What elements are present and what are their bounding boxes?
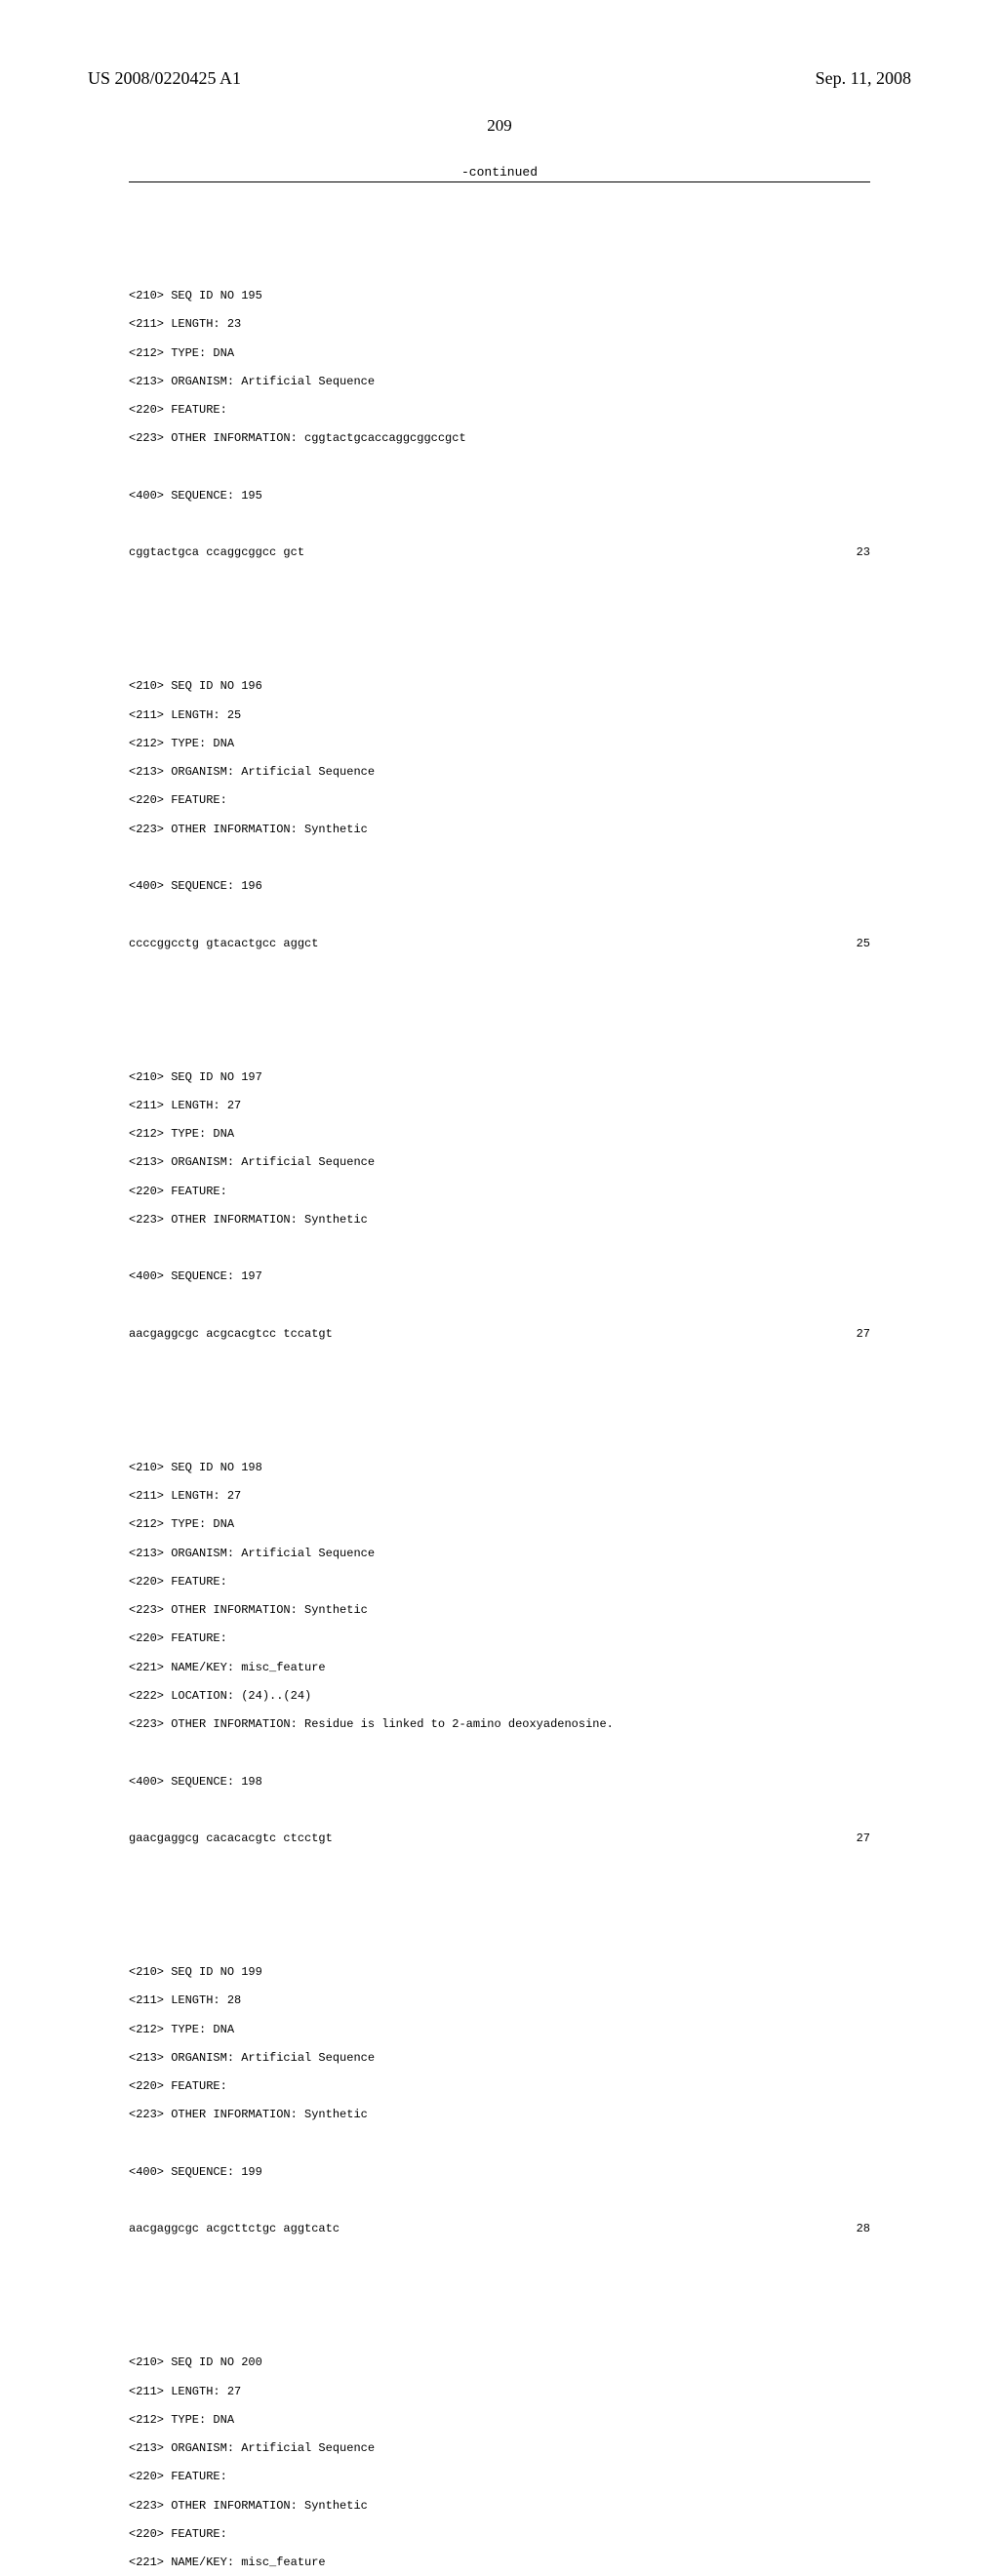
seq-tag: <220> FEATURE:: [129, 2527, 870, 2542]
seq-tag: <212> TYPE: DNA: [129, 346, 870, 361]
sequence-text: gaacgaggcg cacacacgtc ctcctgt: [129, 1831, 333, 1846]
seq-tag: <210> SEQ ID NO 195: [129, 289, 870, 303]
seq-block-197: <210> SEQ ID NO 197 <211> LENGTH: 27 <21…: [129, 1056, 870, 1370]
sequence-line: cggtactgca ccaggcggcc gct 23: [129, 545, 870, 560]
seq-tag: <220> FEATURE:: [129, 1575, 870, 1590]
seq-tag: <211> LENGTH: 25: [129, 708, 870, 723]
seq-tag: <210> SEQ ID NO 197: [129, 1070, 870, 1085]
seq-tag: <212> TYPE: DNA: [129, 2023, 870, 2037]
seq-tag: <210> SEQ ID NO 199: [129, 1965, 870, 1980]
sequence-length: 27: [857, 1327, 870, 1342]
sequence-length: 23: [857, 545, 870, 560]
seq-tag: <220> FEATURE:: [129, 1631, 870, 1646]
sequence-text: aacgaggcgc acgcacgtcc tccatgt: [129, 1327, 333, 1342]
seq-tag: <212> TYPE: DNA: [129, 2413, 870, 2428]
seq-tag: <400> SEQUENCE: 197: [129, 1269, 870, 1284]
sequence-text: aacgaggcgc acgcttctgc aggtcatc: [129, 2222, 340, 2236]
sequence-length: 28: [857, 2222, 870, 2236]
sequence-text: ccccggcctg gtacactgcc aggct: [129, 937, 318, 951]
seq-tag: <223> OTHER INFORMATION: Residue is link…: [129, 1717, 870, 1732]
seq-block-200: <210> SEQ ID NO 200 <211> LENGTH: 27 <21…: [129, 2342, 870, 2576]
seq-tag: <221> NAME/KEY: misc_feature: [129, 1661, 870, 1675]
seq-tag: <223> OTHER INFORMATION: Synthetic: [129, 2108, 870, 2122]
continued-label: -continued: [129, 165, 870, 180]
sequence-length: 27: [857, 1831, 870, 1846]
seq-block-195: <210> SEQ ID NO 195 <211> LENGTH: 23 <21…: [129, 275, 870, 589]
seq-block-199: <210> SEQ ID NO 199 <211> LENGTH: 28 <21…: [129, 1952, 870, 2266]
sequence-line: aacgaggcgc acgcacgtcc tccatgt 27: [129, 1327, 870, 1342]
seq-block-196: <210> SEQ ID NO 196 <211> LENGTH: 25 <21…: [129, 665, 870, 980]
page-container: US 2008/0220425 A1 Sep. 11, 2008 209 -co…: [0, 0, 999, 1288]
seq-tag: <223> OTHER INFORMATION: Synthetic: [129, 823, 870, 837]
seq-tag: <400> SEQUENCE: 198: [129, 1775, 870, 1790]
seq-tag: <223> OTHER INFORMATION: cggtactgcaccagg…: [129, 431, 870, 446]
seq-tag: <220> FEATURE:: [129, 793, 870, 808]
seq-tag: <213> ORGANISM: Artificial Sequence: [129, 2441, 870, 2456]
seq-tag: <211> LENGTH: 27: [129, 1489, 870, 1504]
seq-tag: <212> TYPE: DNA: [129, 1127, 870, 1142]
seq-block-198: <210> SEQ ID NO 198 <211> LENGTH: 27 <21…: [129, 1446, 870, 1874]
sequence-text: cggtactgca ccaggcggcc gct: [129, 545, 304, 560]
publication-number: US 2008/0220425 A1: [88, 68, 241, 89]
seq-tag: <400> SEQUENCE: 195: [129, 489, 870, 503]
seq-tag: <220> FEATURE:: [129, 403, 870, 418]
seq-tag: <400> SEQUENCE: 196: [129, 879, 870, 894]
seq-tag: <210> SEQ ID NO 200: [129, 2355, 870, 2370]
page-number: 209: [88, 116, 911, 136]
horizontal-rule: [129, 181, 870, 182]
seq-tag: <220> FEATURE:: [129, 2079, 870, 2094]
publication-date: Sep. 11, 2008: [816, 68, 911, 89]
seq-tag: <212> TYPE: DNA: [129, 1517, 870, 1532]
seq-tag: <223> OTHER INFORMATION: Synthetic: [129, 1213, 870, 1228]
seq-tag: <210> SEQ ID NO 196: [129, 679, 870, 694]
seq-tag: <221> NAME/KEY: misc_feature: [129, 2556, 870, 2570]
seq-tag: <223> OTHER INFORMATION: Synthetic: [129, 1603, 870, 1618]
seq-tag: <211> LENGTH: 23: [129, 317, 870, 332]
seq-tag: <222> LOCATION: (24)..(24): [129, 1689, 870, 1704]
seq-tag: <213> ORGANISM: Artificial Sequence: [129, 1547, 870, 1561]
sequence-listing: <210> SEQ ID NO 195 <211> LENGTH: 23 <21…: [129, 198, 870, 2576]
sequence-line: aacgaggcgc acgcttctgc aggtcatc 28: [129, 2222, 870, 2236]
seq-tag: <213> ORGANISM: Artificial Sequence: [129, 2051, 870, 2066]
seq-tag: <211> LENGTH: 28: [129, 1993, 870, 2008]
seq-tag: <213> ORGANISM: Artificial Sequence: [129, 1155, 870, 1170]
seq-tag: <220> FEATURE:: [129, 2470, 870, 2484]
sequence-line: gaacgaggcg cacacacgtc ctcctgt 27: [129, 1831, 870, 1846]
seq-tag: <211> LENGTH: 27: [129, 1099, 870, 1113]
seq-tag: <400> SEQUENCE: 199: [129, 2165, 870, 2180]
seq-tag: <223> OTHER INFORMATION: Synthetic: [129, 2499, 870, 2514]
continued-block: -continued: [129, 165, 870, 182]
sequence-length: 25: [857, 937, 870, 951]
seq-tag: <213> ORGANISM: Artificial Sequence: [129, 375, 870, 389]
seq-tag: <220> FEATURE:: [129, 1185, 870, 1199]
seq-tag: <213> ORGANISM: Artificial Sequence: [129, 765, 870, 780]
sequence-line: ccccggcctg gtacactgcc aggct 25: [129, 937, 870, 951]
seq-tag: <210> SEQ ID NO 198: [129, 1461, 870, 1475]
page-header: US 2008/0220425 A1 Sep. 11, 2008: [88, 68, 911, 89]
seq-tag: <211> LENGTH: 27: [129, 2385, 870, 2399]
seq-tag: <212> TYPE: DNA: [129, 737, 870, 751]
